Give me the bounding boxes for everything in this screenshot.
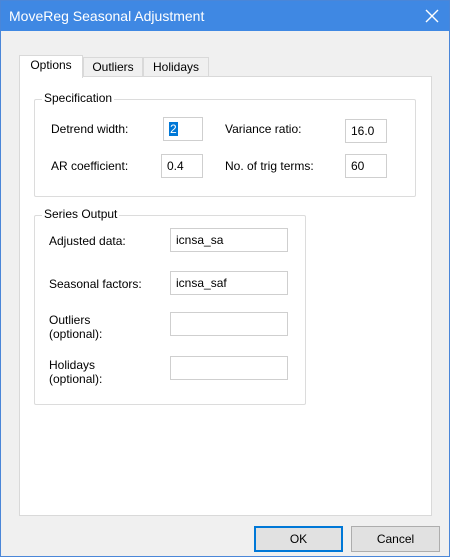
variance-ratio-field[interactable]: 16.0 [345,119,387,143]
holidays-field[interactable] [170,356,288,380]
seasonal-factors-label: Seasonal factors: [49,277,142,291]
tab-holidays[interactable]: Holidays [143,57,209,77]
cancel-button[interactable]: Cancel [351,526,440,552]
holidays-label: Holidays (optional): [49,358,103,386]
seasonal-factors-field[interactable]: icnsa_saf [170,271,288,295]
outliers-field[interactable] [170,312,288,336]
dialog-window: MoveReg Seasonal Adjustment Options Outl… [0,0,450,557]
variance-ratio-label: Variance ratio: [225,122,302,136]
ok-button[interactable]: OK [254,526,343,552]
tab-options[interactable]: Options [19,55,83,78]
ar-coefficient-field[interactable]: 0.4 [161,154,203,178]
series-output-group-label: Series Output [42,207,120,221]
detrend-width-value: 2 [169,122,178,136]
trig-terms-label: No. of trig terms: [225,159,314,173]
trig-terms-field[interactable]: 60 [345,154,387,178]
series-output-group: Series Output Adjusted data: icnsa_sa Se… [34,207,306,405]
window-title: MoveReg Seasonal Adjustment [9,8,205,24]
outliers-label: Outliers (optional): [49,313,103,341]
adjusted-data-label: Adjusted data: [49,234,126,248]
adjusted-data-field[interactable]: icnsa_sa [170,228,288,252]
specification-group-label: Specification [42,91,115,105]
detrend-width-field[interactable]: 2 [163,117,203,141]
tab-outliers[interactable]: Outliers [83,57,143,77]
title-bar[interactable]: MoveReg Seasonal Adjustment [1,1,449,31]
close-icon[interactable] [415,1,449,31]
specification-group: Specification Detrend width: 2 Variance … [34,91,416,197]
ar-coefficient-label: AR coefficient: [51,159,129,173]
options-panel: Specification Detrend width: 2 Variance … [19,76,432,516]
detrend-width-label: Detrend width: [51,122,129,136]
